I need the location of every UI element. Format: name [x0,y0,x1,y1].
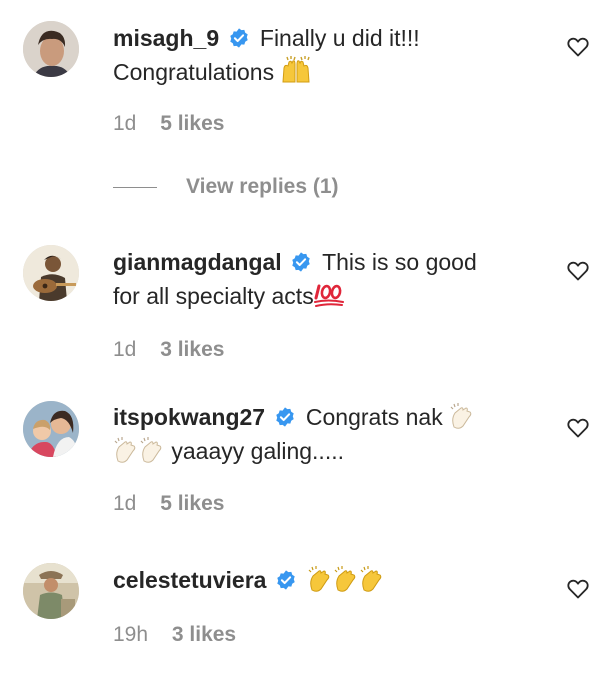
comment-meta: 1d 3 likes [113,338,242,362]
timestamp: 1d [113,492,137,515]
heart-icon[interactable] [566,259,590,283]
avatar-image [23,401,79,457]
heart-icon[interactable] [566,416,590,440]
comment-text-line1: Congrats nak [305,404,443,430]
view-replies-label: View replies (1) [186,175,339,198]
comment-meta: 1d 5 likes [113,492,242,516]
comment-meta: 1d 5 likes [113,112,242,136]
comment-body: misagh_9 Finally u did it!!! Congratulat… [113,21,543,89]
avatar[interactable] [23,21,79,77]
timestamp: 1d [113,112,137,135]
comment-text-line1: Finally u did it!!! [259,25,420,51]
comment-text-line2: yaaayy galing..... [171,438,344,464]
username[interactable]: misagh_9 [113,25,219,51]
comment-text-line2: for all specialty acts [113,283,314,309]
avatar[interactable] [23,563,79,619]
heart-icon[interactable] [566,35,590,59]
clapping-hands-emoji-icon [360,566,382,592]
hundred-points-emoji-icon [313,284,344,307]
heart-icon[interactable] [566,577,590,601]
timestamp: 19h [113,623,149,646]
clapping-hands-emoji-icon [450,403,472,429]
username[interactable]: itspokwang27 [113,404,265,430]
verified-badge-icon [292,252,310,272]
likes-count[interactable]: 5 likes [160,112,224,135]
comment-text-line2: Congratulations [113,59,275,85]
likes-count[interactable]: 3 likes [160,338,224,361]
comment-text-line1: This is so good [322,249,477,275]
replies-divider [113,186,157,188]
username[interactable]: gianmagdangal [113,249,282,275]
clapping-hands-emoji-icon [114,437,136,463]
verified-badge-icon [275,407,294,427]
comment-body: itspokwang27 Congrats nak yaaayy galing.… [113,400,543,468]
verified-badge-icon [277,570,295,590]
raising-hands-emoji-icon [281,56,310,83]
timestamp: 1d [113,338,137,361]
comment-meta: 19h 3 likes [113,623,254,647]
likes-count[interactable]: 5 likes [160,492,224,515]
comment-body: gianmagdangal This is so good for all sp… [113,245,543,313]
avatar[interactable] [23,401,79,457]
likes-count[interactable]: 3 likes [172,623,236,646]
verified-badge-icon [229,28,248,48]
clapping-hands-emoji-icon [334,566,356,592]
view-replies-button[interactable]: View replies (1) [113,172,339,202]
username[interactable]: celestetuviera [113,567,266,593]
clapping-hands-emoji-icon [140,437,162,463]
avatar-image [23,21,79,77]
clapping-hands-emoji-icon [308,566,330,592]
comment-body: celestetuviera [113,563,543,597]
avatar-image [23,245,79,301]
avatar-image [23,563,79,619]
avatar[interactable] [23,245,79,301]
